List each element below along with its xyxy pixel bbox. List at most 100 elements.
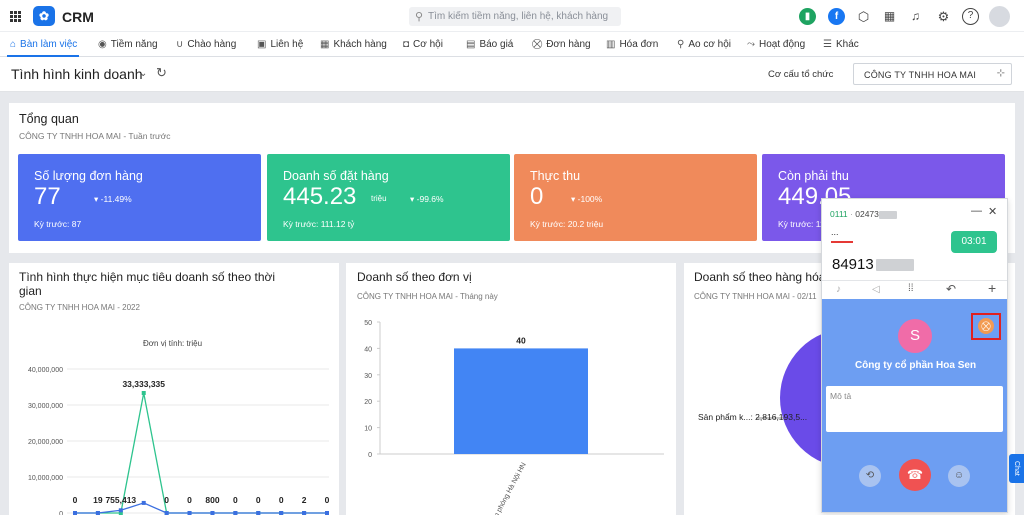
data-point	[210, 510, 215, 515]
close-icon[interactable]: ✕	[988, 205, 997, 218]
data-label: 2	[302, 495, 307, 505]
kpi-card[interactable]: Doanh số đặt hàng 445.23 triệu ▾ -99.6% Kỳ t…	[267, 154, 510, 241]
kpi-label: Doanh số đặt hàng	[283, 169, 389, 183]
kpi-label: Còn phải thu	[778, 169, 849, 183]
y-tick-label: 10	[364, 426, 372, 433]
speaker-icon[interactable]: ◁	[872, 284, 880, 295]
help-icon[interactable]: ?	[962, 8, 979, 25]
crm-logo: ✿	[33, 6, 55, 26]
kpi-previous: Kỳ trước: 87	[34, 219, 82, 229]
refresh-icon[interactable]: ↻	[156, 65, 167, 81]
caller-avatar: S	[898, 319, 932, 353]
kpi-label: Thực thu	[530, 169, 581, 183]
data-point	[95, 510, 100, 515]
data-point	[141, 391, 146, 395]
page-title: Tình hình kinh doanh	[11, 66, 143, 82]
call-widget: 0111 · 02473 — ✕ ... 03:01 84913 ♪ ◁ ⁞⁞ …	[821, 198, 1008, 513]
search-input[interactable]: Tìm kiếm tiềm năng, liên hệ, khách hàng	[428, 11, 608, 22]
gear-icon[interactable]: ⚙	[935, 8, 952, 25]
y-tick-label: 20	[364, 399, 372, 406]
tab-6[interactable]: ◘ Cơ hội	[403, 32, 443, 57]
data-point	[279, 511, 284, 515]
data-label: 0	[187, 495, 192, 505]
note-textarea[interactable]: Mô tả	[826, 386, 1003, 432]
briefcase-icon: ◘	[403, 39, 410, 50]
invoice-icon: ▥	[606, 39, 616, 50]
app-grid-icon[interactable]	[10, 11, 21, 22]
keypad-icon[interactable]: ⁞⁞	[908, 283, 914, 294]
tab-5[interactable]: ▦ Khách hàng	[320, 32, 387, 57]
data-point	[256, 511, 261, 515]
bar	[454, 348, 588, 454]
tab-8[interactable]: ⛒ Đơn hàng	[532, 32, 591, 57]
minimize-icon[interactable]: —	[971, 205, 982, 217]
contact-card-icon: ▣	[257, 39, 267, 50]
data-label: 0	[325, 495, 330, 505]
y-tick-label: 40,000,000	[28, 367, 63, 374]
tab-9[interactable]: ▥ Hóa đơn	[606, 32, 658, 57]
dial-input[interactable]: ...	[831, 227, 839, 237]
add-icon[interactable]: +	[988, 280, 996, 296]
data-label: 0	[164, 495, 169, 505]
avatar[interactable]	[989, 6, 1010, 27]
cart-icon[interactable]: ⛒	[978, 318, 994, 334]
tab-label: Báo giá	[479, 39, 514, 50]
tab-label: Tiềm năng	[110, 39, 158, 50]
kpi-card[interactable]: Số lượng đơn hàng 77 ▾ -11.49% Kỳ trước: 87	[18, 154, 261, 241]
caret-down-icon: ▾	[94, 194, 101, 204]
tab-4[interactable]: ▣ Liên hệ	[257, 32, 303, 57]
target-chart-title: Tình hình thực hiện mục tiêu doanh số th…	[19, 270, 276, 298]
tab-10[interactable]: ⚲ Ao cơ hội	[677, 32, 731, 57]
tab-label: Liên hệ	[270, 39, 304, 50]
transfer-icon[interactable]: ↶	[946, 282, 956, 296]
book-icon[interactable]: ▮	[799, 8, 816, 25]
hangup-button[interactable]: ☎	[899, 459, 931, 491]
contact-icon[interactable]: ☺	[948, 465, 970, 487]
top-bar: ✿ CRM ⚲ Tìm kiếm tiềm năng, liên hệ, khá…	[0, 0, 1024, 32]
kpi-card[interactable]: Thực thu 0 ▾ -100% Kỳ trước: 20.2 triệu	[514, 154, 757, 241]
x-tick-label: Văn phòng Hà Nội HN	[489, 462, 528, 515]
y-tick-label: 30	[364, 373, 372, 380]
calendar-icon[interactable]: ▦	[881, 8, 898, 25]
y-tick-label: 50	[364, 320, 372, 327]
kpi-change: ▾ -99.6%	[410, 194, 444, 204]
home-icon: ⌂	[10, 39, 17, 50]
org-select-value: CÔNG TY TNHH HOA MAI	[864, 70, 977, 80]
call-timer: 03:01	[951, 231, 997, 253]
brand-name: CRM	[62, 9, 94, 25]
tab-12[interactable]: ☰ Khác	[823, 32, 859, 57]
data-point	[233, 511, 238, 515]
data-label: 0	[256, 495, 261, 505]
caller-number: 84913	[832, 256, 874, 273]
tab-label: Cơ hội	[413, 39, 443, 50]
tab-11[interactable]: ⤳ Hoạt động	[747, 32, 805, 57]
kpi-value: 445.23	[283, 183, 357, 210]
y-tick-label: 10,000,000	[28, 475, 63, 482]
kpi-value: 77	[34, 183, 61, 210]
magnet-icon: ∪	[176, 39, 184, 50]
mute-icon[interactable]: ♪	[836, 284, 841, 295]
chat-button[interactable]: Chat	[1009, 454, 1024, 483]
data-label: 800	[205, 495, 219, 505]
kpi-previous: Kỳ trước: 11	[778, 219, 825, 229]
history-icon[interactable]: ⟲	[859, 465, 881, 487]
cart-icon: ⛒	[532, 39, 543, 50]
phone-number: 02473	[855, 209, 879, 219]
tab-3[interactable]: ∪ Chào hàng	[176, 32, 236, 57]
data-point	[118, 508, 123, 513]
chevron-down-icon[interactable]: ⌄	[139, 68, 147, 79]
data-point	[325, 511, 329, 515]
overview-title: Tổng quan	[19, 112, 79, 126]
facebook-icon[interactable]: f	[828, 8, 845, 25]
kpi-unit: triệu	[371, 194, 387, 203]
tab-1[interactable]: ⌂ Bàn làm việc	[10, 32, 77, 57]
bar-value-label: 40	[516, 335, 526, 345]
box-icon[interactable]: ⬡	[855, 8, 872, 25]
y-tick-label: 0	[59, 511, 63, 515]
tab-7[interactable]: ▤ Báo giá	[466, 32, 513, 57]
bell-icon[interactable]: ♫	[907, 8, 924, 25]
org-select[interactable]: CÔNG TY TNHH HOA MAI ⊹	[853, 63, 1012, 85]
tab-2[interactable]: ◉ Tiềm năng	[98, 32, 158, 57]
search-box[interactable]: ⚲ Tìm kiếm tiềm năng, liên hệ, khách hàn…	[409, 7, 621, 26]
menu-icon: ☰	[823, 39, 832, 50]
